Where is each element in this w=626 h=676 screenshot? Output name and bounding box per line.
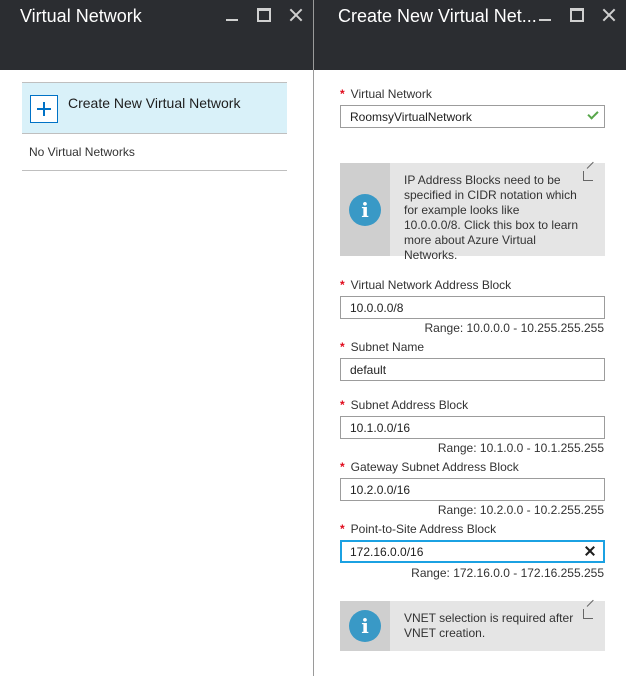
info-side: i xyxy=(340,601,390,651)
blade-title: Virtual Network xyxy=(20,6,142,26)
blade-header: Virtual Network xyxy=(0,0,313,70)
label-text: Virtual Network Address Block xyxy=(350,278,512,292)
input-value: default xyxy=(350,363,387,377)
info-text: VNET selection is required after VNET cr… xyxy=(404,611,574,640)
virtual-network-blade: Virtual Network Create New Virtual Netwo… xyxy=(0,0,313,676)
plus-icon xyxy=(30,95,58,123)
required-mark: * xyxy=(340,87,345,101)
maximize-icon[interactable] xyxy=(570,8,584,22)
required-mark: * xyxy=(340,398,345,412)
gateway-block-label: * Gateway Subnet Address Block xyxy=(340,460,519,474)
close-icon[interactable] xyxy=(289,8,303,22)
close-icon[interactable] xyxy=(602,8,616,22)
subnet-block-range: Range: 10.1.0.0 - 10.1.255.255 xyxy=(437,441,604,455)
empty-label: No Virtual Networks xyxy=(29,145,135,159)
input-value: 172.16.0.0/16 xyxy=(350,545,424,559)
clear-icon[interactable] xyxy=(585,546,595,556)
blade-title: Create New Virtual Net... xyxy=(338,6,537,26)
subnet-name-input[interactable]: default xyxy=(340,358,605,381)
input-value: 10.2.0.0/16 xyxy=(350,483,411,497)
address-block-range: Range: 10.0.0.0 - 10.255.255.255 xyxy=(424,321,604,335)
maximize-icon[interactable] xyxy=(257,8,271,22)
input-value: 10.0.0.0/8 xyxy=(350,301,404,315)
check-icon xyxy=(587,108,599,120)
address-block-input[interactable]: 10.0.0.0/8 xyxy=(340,296,605,319)
gateway-block-input[interactable]: 10.2.0.0/16 xyxy=(340,478,605,501)
input-value: RoomsyVirtualNetwork xyxy=(350,110,472,124)
p2s-block-label: * Point-to-Site Address Block xyxy=(340,522,496,536)
info-icon: i xyxy=(349,610,381,642)
required-mark: * xyxy=(340,278,345,292)
label-text: Subnet Address Block xyxy=(350,398,469,412)
create-label: Create New Virtual Network xyxy=(68,95,241,111)
subnet-name-label: * Subnet Name xyxy=(340,340,424,354)
minimize-icon[interactable] xyxy=(225,8,239,22)
p2s-block-input[interactable]: 172.16.0.0/16 xyxy=(340,540,605,563)
blade-controls xyxy=(538,8,616,22)
label-text: Virtual Network xyxy=(350,87,432,101)
label-text: Point-to-Site Address Block xyxy=(350,522,497,536)
virtual-network-label: * Virtual Network xyxy=(340,87,432,101)
required-mark: * xyxy=(340,522,345,536)
info-text: IP Address Blocks need to be specified i… xyxy=(404,173,579,262)
input-value: 10.1.0.0/16 xyxy=(350,421,411,435)
label-text: Gateway Subnet Address Block xyxy=(350,460,519,474)
create-virtual-network-blade: Create New Virtual Net... * Virtual Netwo… xyxy=(313,0,626,676)
create-new-virtual-network-button[interactable]: Create New Virtual Network xyxy=(22,82,287,134)
subnet-block-input[interactable]: 10.1.0.0/16 xyxy=(340,416,605,439)
external-link-icon xyxy=(583,609,593,619)
minimize-icon[interactable] xyxy=(538,8,552,22)
virtual-network-name-input[interactable]: RoomsyVirtualNetwork xyxy=(340,105,605,128)
vnet-info-box[interactable]: i VNET selection is required after VNET … xyxy=(340,601,605,651)
cidr-info-box[interactable]: i IP Address Blocks need to be specified… xyxy=(340,163,605,262)
address-block-label: * Virtual Network Address Block xyxy=(340,278,511,292)
required-mark: * xyxy=(340,460,345,474)
info-icon: i xyxy=(349,194,381,226)
info-side: i xyxy=(340,163,390,256)
gateway-block-range: Range: 10.2.0.0 - 10.2.255.255 xyxy=(437,503,604,517)
label-text: Subnet Name xyxy=(350,340,425,354)
blade-controls xyxy=(225,8,303,22)
subnet-block-label: * Subnet Address Block xyxy=(340,398,468,412)
p2s-block-range: Range: 172.16.0.0 - 172.16.255.255 xyxy=(411,566,604,580)
external-link-icon xyxy=(583,171,593,181)
blade-header: Create New Virtual Net... xyxy=(314,0,626,70)
required-mark: * xyxy=(340,340,345,354)
empty-list-row: No Virtual Networks xyxy=(22,134,287,171)
